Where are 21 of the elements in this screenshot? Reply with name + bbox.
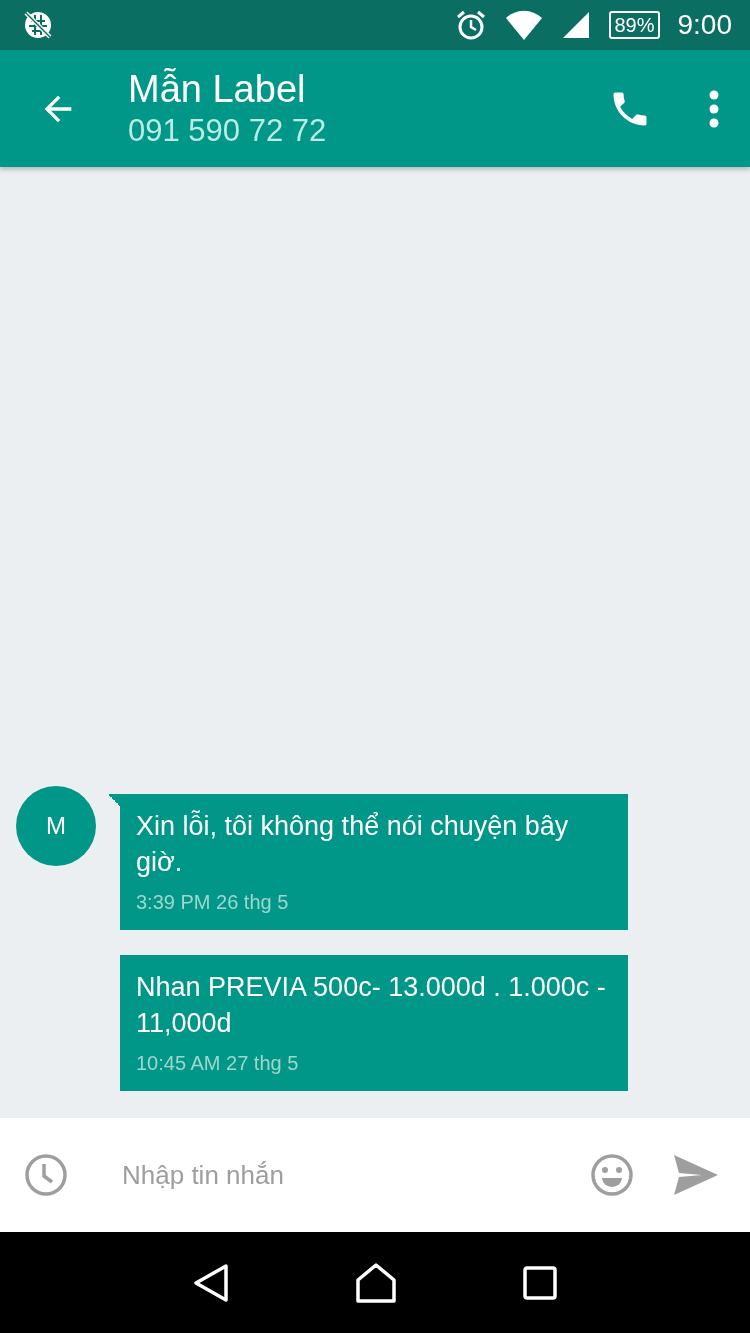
home-button[interactable] — [355, 1261, 397, 1304]
message-time: 10:45 AM 27 thg 5 — [136, 1051, 300, 1075]
message-text: Xin lỗi, tôi không thể nói chuyện bây giờ. — [136, 809, 570, 879]
emoji-button[interactable] — [590, 1153, 634, 1197]
send-button[interactable] — [674, 1155, 718, 1195]
crossed-circle-icon — [22, 9, 54, 41]
schedule-button[interactable] — [24, 1153, 68, 1197]
wifi-icon — [505, 9, 544, 41]
signal-icon — [561, 10, 592, 40]
back-nav-button[interactable] — [193, 1262, 229, 1303]
more-options-button[interactable] — [708, 88, 720, 129]
message-text: Nhan PREVIA 500c- 13.000d . 1.000c - 11,000d — [136, 971, 607, 1040]
phone-number: 091 590 72 72 — [128, 111, 327, 150]
contact-avatar: M — [16, 786, 96, 866]
message-time: 3:39 PM 26 thg 5 — [136, 890, 290, 914]
contact-name: Mẫn Label — [128, 66, 306, 111]
battery-icon: 89% — [609, 11, 660, 39]
clock-time: 9:00 — [677, 9, 732, 41]
message-input[interactable]: Nhập tin nhắn — [120, 1149, 590, 1201]
alarm-clock-icon — [455, 9, 488, 41]
recent-apps-button[interactable] — [523, 1265, 557, 1300]
